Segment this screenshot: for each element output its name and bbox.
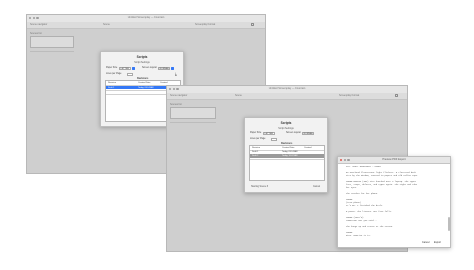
script-settings-dialog: Scripts Script Settings Paper Size LETTE… xyxy=(244,117,328,193)
script-line: She reaches for her phone. xyxy=(346,192,379,195)
lock-icon[interactable] xyxy=(395,93,399,98)
dialog-title: Scripts xyxy=(136,55,148,59)
paper-size-select[interactable]: LETTER xyxy=(119,66,131,71)
lines-per-page-field[interactable] xyxy=(127,72,133,77)
sidebar-list[interactable] xyxy=(170,107,216,119)
table-row[interactable]: Draft 2 Today, 10:02 AM xyxy=(250,154,324,158)
column-header-revision[interactable]: Revision xyxy=(252,147,260,149)
cancel-button[interactable]: Cancel xyxy=(422,241,429,244)
column-header-date[interactable]: Created Date xyxy=(138,82,150,84)
paper-size-label: Paper Size xyxy=(250,132,262,134)
format-label[interactable]: Screenplay Format xyxy=(339,94,359,97)
scene-label[interactable]: Scene xyxy=(235,94,242,97)
sidebar-divider xyxy=(30,51,74,52)
screen-layout-stepper[interactable] xyxy=(171,66,174,71)
column-header-created[interactable]: Created xyxy=(304,147,311,149)
script-line: It's me. I finished the draft. xyxy=(346,204,384,207)
paper-size-stepper[interactable] xyxy=(132,66,135,71)
lines-per-page-label: Lines per Page xyxy=(250,138,266,140)
export-button[interactable]: Export xyxy=(434,241,441,244)
script-line: A pause. She listens. Her face falls. xyxy=(346,210,393,213)
script-line: She hangs up and stares at the screen. xyxy=(346,225,394,228)
window-title: Untitled Screenplay — Fountain xyxy=(127,16,165,19)
screen-layout-select[interactable]: NORMAL xyxy=(158,66,170,71)
screen-layout-select[interactable]: NORMAL xyxy=(302,131,314,136)
format-label[interactable]: Screenplay Format xyxy=(195,23,215,26)
preview-scrollbar[interactable] xyxy=(448,217,450,231)
preview-title-bar[interactable]: Preview PDF Export xyxy=(338,157,450,164)
paper-size-label: Paper Size xyxy=(106,67,118,69)
row-date: Today, 09:14 AM xyxy=(282,151,298,154)
sidebar-label: Scenes list xyxy=(170,103,182,106)
script-page: INT. SMALL APARTMENT - NIGHT An overhead … xyxy=(346,165,444,239)
row-date: Today, 09:14 AM xyxy=(138,86,154,89)
column-header-created[interactable]: Created xyxy=(160,82,167,84)
lock-icon[interactable] xyxy=(251,22,255,27)
column-header-date[interactable]: Created Date xyxy=(282,147,294,149)
window-title: Untitled Screenplay — Fountain xyxy=(268,87,306,90)
preview-title: Preview PDF Export xyxy=(382,158,406,161)
scene-label[interactable]: Scene xyxy=(103,23,110,26)
preview-pdf-window: Preview PDF Export INT. SMALL APARTMENT … xyxy=(337,156,451,248)
script-line: her eyes. xyxy=(346,186,358,189)
lines-per-page-field[interactable] xyxy=(271,137,277,142)
download-icon[interactable]: ⤓ xyxy=(175,71,177,76)
sidebar-list[interactable] xyxy=(30,36,74,48)
script-line: Fine. Rewrite it is. xyxy=(346,234,371,237)
screen-layout-label: Screen Layout xyxy=(142,67,157,69)
starting-scene-label[interactable]: Starting Scene # xyxy=(251,186,268,188)
paper-size-select[interactable]: LETTER xyxy=(263,131,275,136)
script-line: sits by the window, covered in papers an… xyxy=(346,174,419,177)
row-name: Draft 2 xyxy=(252,154,259,157)
toolbar: Scene navigator Scene Screenplay Format xyxy=(27,22,265,29)
screen-layout-label: Screen Layout xyxy=(286,132,301,134)
script-line: Tomorrow? But you said... xyxy=(346,219,378,222)
row-date: Today, 10:02 AM xyxy=(282,154,298,157)
row-name: Draft 1 xyxy=(108,86,115,89)
sidebar-divider xyxy=(170,122,216,123)
dialog-subtitle: Script Settings xyxy=(134,61,150,64)
scene-navigator-label[interactable]: Scene navigator xyxy=(30,23,47,26)
cancel-button[interactable]: Cancel xyxy=(313,186,320,188)
column-header-revision[interactable]: Revision xyxy=(108,82,116,84)
dialog-subtitle: Script Settings xyxy=(278,127,294,130)
row-divider xyxy=(250,158,324,159)
lines-per-page-label: Lines per Page xyxy=(106,73,122,75)
toolbar: Scene navigator Scene Screenplay Format xyxy=(167,93,407,100)
row-name: Draft 1 xyxy=(252,151,259,154)
revisions-table[interactable]: Revision Created Date Created Draft 1 To… xyxy=(249,145,325,181)
sidebar-label: Scenes list xyxy=(30,32,42,35)
dialog-title: Scripts xyxy=(280,121,292,125)
scene-navigator-label[interactable]: Scene navigator xyxy=(170,94,187,97)
script-line: INT. SMALL APARTMENT - NIGHT xyxy=(346,165,381,168)
